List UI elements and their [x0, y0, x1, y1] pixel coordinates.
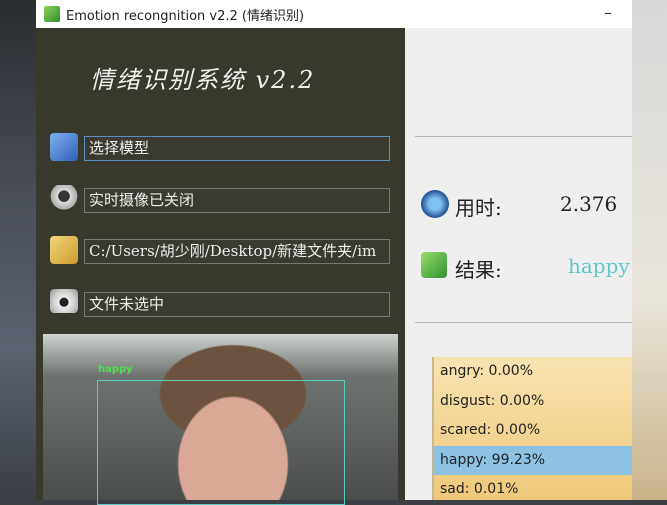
divider: [415, 322, 632, 323]
minimize-button[interactable]: –: [604, 3, 612, 22]
time-label: 用时:: [455, 196, 502, 220]
background-right: [632, 0, 667, 500]
list-item[interactable]: disgust: 0.00%: [434, 387, 632, 417]
camera-status-field[interactable]: 实时摄像已关闭: [84, 188, 390, 213]
camera-icon[interactable]: [50, 289, 78, 313]
time-value: 2.376: [560, 192, 618, 216]
file-status-field[interactable]: 文件未选中: [84, 292, 390, 317]
list-item-selected[interactable]: happy: 99.23%: [434, 445, 632, 475]
timer-icon: [421, 190, 449, 218]
result-label: 结果:: [455, 258, 502, 282]
title-bar: Emotion recongnition v2.2 (情绪识别) –: [36, 0, 632, 28]
list-item[interactable]: scared: 0.00%: [434, 416, 632, 446]
divider: [415, 136, 632, 137]
folder-image-icon[interactable]: [50, 236, 78, 264]
app-icon: [44, 6, 60, 22]
face-emotion-label: happy: [98, 364, 133, 375]
result-icon: [421, 252, 447, 278]
list-item[interactable]: sad: 0.01%: [434, 475, 632, 505]
list-item[interactable]: angry: 0.00%: [434, 357, 632, 387]
folder-model-icon[interactable]: [50, 133, 78, 161]
app-heading: 情绪识别系统 v2.2: [90, 66, 316, 94]
face-bounding-box: [97, 380, 345, 505]
background-left: [0, 0, 36, 500]
probability-list[interactable]: angry: 0.00% disgust: 0.00% scared: 0.00…: [432, 357, 632, 500]
webcam-icon[interactable]: [50, 185, 78, 213]
window-title: Emotion recongnition v2.2 (情绪识别): [66, 8, 305, 24]
select-model-field[interactable]: 选择模型: [84, 136, 390, 161]
result-value: happy: [568, 254, 630, 278]
image-path-field[interactable]: C:/Users/胡少刚/Desktop/新建文件夹/im: [84, 239, 390, 264]
